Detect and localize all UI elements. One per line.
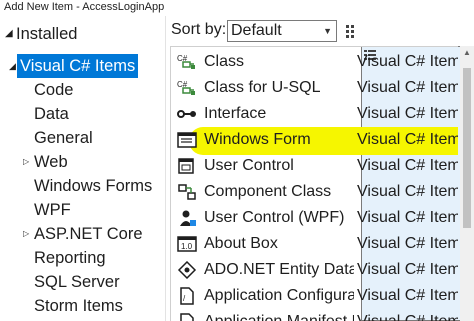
app-manifest-icon xyxy=(180,313,194,321)
tree-node-label: General xyxy=(34,129,93,147)
template-type: Visual C# Item xyxy=(357,183,458,200)
tree-node-label: Web xyxy=(34,153,68,171)
template-type: Visual C# Item xyxy=(357,105,458,122)
tree-node-installed[interactable]: ◢ Installed xyxy=(0,22,165,46)
template-list: C# Class Visual C# Item C# Class for U-S… xyxy=(170,46,458,321)
template-type: Visual C# Item xyxy=(357,53,458,70)
template-item-ado-net-entity-data-model[interactable]: ADO.NET Entity Data Model Visual C# Item xyxy=(171,257,458,283)
chevron-down-icon[interactable]: ◢ xyxy=(5,22,13,46)
template-item-user-control-wpf[interactable]: User Control (WPF) Visual C# Item xyxy=(171,205,458,231)
template-type: Visual C# Item xyxy=(357,131,458,148)
template-type: Visual C# Item xyxy=(357,261,458,278)
tree-node-general[interactable]: General xyxy=(0,126,165,150)
template-type: Visual C# Item xyxy=(357,79,458,96)
template-type: Visual C# Item xyxy=(357,209,458,226)
template-name: User Control xyxy=(204,157,294,174)
tree-node-reporting[interactable]: Reporting xyxy=(0,246,165,270)
template-name: Class for U-SQL xyxy=(204,79,321,96)
chevron-right-icon[interactable]: ▷ xyxy=(23,150,29,174)
tree-node-label: Data xyxy=(34,105,69,123)
sort-toolbar: Sort by: Default ▼ xyxy=(167,16,474,321)
template-item-application-configuration-file[interactable]: / Application Configuration File Visual … xyxy=(171,283,458,309)
tree-node-label: Installed xyxy=(16,25,78,43)
user-control-icon xyxy=(178,158,194,174)
tree-node-sql-server[interactable]: SQL Server xyxy=(0,270,165,294)
tree-node-storm-items[interactable]: Storm Items xyxy=(0,294,165,318)
tree-node-data[interactable]: Data xyxy=(0,102,165,126)
template-name: User Control (WPF) xyxy=(204,209,345,226)
sort-label: Sort by: xyxy=(171,21,227,38)
category-tree: ◢ Installed ◢ Visual C# Items Code Data … xyxy=(0,16,166,321)
interface-icon xyxy=(177,110,196,118)
window-title: Add New Item - AccessLoginApp xyxy=(4,1,165,13)
tree-node-code[interactable]: Code xyxy=(0,78,165,102)
tree-node-label: SQL Server xyxy=(34,273,120,291)
class-usql-icon: C# xyxy=(177,80,195,95)
tree-node-label: ASP.NET Core xyxy=(34,225,143,243)
template-item-user-control[interactable]: User Control Visual C# Item xyxy=(171,153,458,179)
template-item-windows-form[interactable]: Windows Form Visual C# Item xyxy=(171,127,458,155)
template-type: Visual C# Item xyxy=(357,157,458,174)
class-icon: C# xyxy=(177,54,195,69)
chevron-down-icon[interactable]: ◢ xyxy=(9,54,16,78)
window-titlebar: Add New Item - AccessLoginApp xyxy=(0,0,474,16)
template-name: Class xyxy=(204,53,245,70)
grid-view-button[interactable] xyxy=(343,22,361,40)
template-item-interface[interactable]: Interface Visual C# Item xyxy=(171,101,458,127)
template-name: ADO.NET Entity Data Model xyxy=(204,261,354,278)
chevron-right-icon[interactable]: ▷ xyxy=(23,222,29,246)
sort-dropdown[interactable]: Default ▼ xyxy=(227,20,337,42)
ado-net-icon xyxy=(177,261,197,279)
user-control-wpf-icon xyxy=(180,210,196,226)
template-name: About Box xyxy=(204,235,278,252)
template-item-class[interactable]: C# Class Visual C# Item xyxy=(171,49,458,75)
template-item-component-class[interactable]: Component Class Visual C# Item xyxy=(171,179,458,205)
tree-node-wpf[interactable]: WPF xyxy=(0,198,165,222)
tree-node-label: Reporting xyxy=(34,249,106,267)
template-name: Interface xyxy=(204,105,267,122)
scrollbar-thumb[interactable] xyxy=(463,68,471,228)
template-name: Component Class xyxy=(204,183,332,200)
tree-node-windows-forms[interactable]: Windows Forms xyxy=(0,174,165,198)
tree-node-label: Windows Forms xyxy=(34,177,153,195)
template-type: Visual C# Item xyxy=(357,309,458,321)
template-item-about-box[interactable]: 1.0 About Box Visual C# Item xyxy=(171,231,458,257)
tree-node-selected-label[interactable]: Visual C# Items xyxy=(17,54,139,78)
grid-view-icon xyxy=(346,25,354,38)
about-box-icon: 1.0 xyxy=(177,236,197,252)
scroll-up-icon[interactable]: ▲ xyxy=(463,48,471,57)
template-name: Windows Form xyxy=(204,131,311,148)
chevron-down-icon: ▼ xyxy=(323,26,332,36)
template-list-scrollbar[interactable]: ▲ xyxy=(460,46,474,321)
template-item-class-for-usql[interactable]: C# Class for U-SQL Visual C# Item xyxy=(171,75,458,101)
template-type: Visual C# Item xyxy=(357,235,458,252)
svg-text:1.0: 1.0 xyxy=(181,242,193,251)
template-name: Application Manifest File xyxy=(204,309,354,321)
component-class-icon xyxy=(178,184,196,200)
tree-node-web[interactable]: ▷ Web xyxy=(0,150,165,174)
tree-node-label: WPF xyxy=(34,201,71,219)
template-pane: Sort by: Default ▼ C# Class Visual C# It… xyxy=(167,16,474,321)
app-config-icon: / xyxy=(180,287,194,305)
template-item-application-manifest-file[interactable]: Application Manifest File Visual C# Item xyxy=(171,309,458,321)
windows-form-icon xyxy=(177,132,197,148)
tree-node-visual-csharp-items[interactable]: ◢ Visual C# Items xyxy=(0,54,165,78)
template-type: Visual C# Item xyxy=(357,287,458,304)
sort-value: Default xyxy=(231,22,282,39)
template-name: Application Configuration File xyxy=(204,287,354,304)
tree-node-aspnet-core[interactable]: ▷ ASP.NET Core xyxy=(0,222,165,246)
tree-node-label: Storm Items xyxy=(34,297,123,315)
tree-node-label: Code xyxy=(34,81,74,99)
